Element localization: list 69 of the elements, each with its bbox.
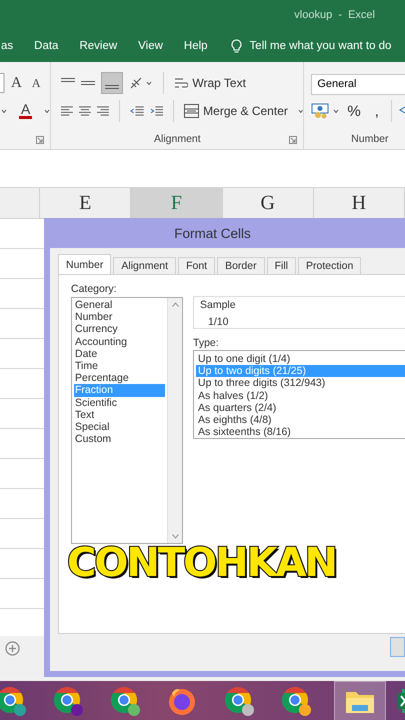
list-item[interactable]: Time [74,360,165,372]
list-item[interactable]: As quarters (2/4) [196,402,405,414]
list-item[interactable]: General [74,299,165,312]
dialog-tab[interactable]: Font [178,257,216,274]
list-item[interactable]: Custom [74,433,165,446]
wrap-text-icon [174,76,188,90]
column-header[interactable]: F [131,188,223,218]
dialog-launcher-icon[interactable] [36,136,44,144]
browser-icon[interactable] [0,685,26,717]
dialog-tab[interactable]: Protection [298,257,362,274]
list-item[interactable]: Scientific [74,396,165,409]
currency-format-icon[interactable] [311,103,332,119]
list-item[interactable]: Up to three digits (312/943) [196,377,405,390]
browser-icon[interactable] [222,685,254,717]
caret-icon[interactable] [298,108,304,114]
sample-value: 1/10 [207,316,230,328]
category-label: Category: [71,283,118,295]
dialog-tab[interactable]: Border [217,257,265,274]
list-item[interactable]: As sixteenths (8/16) [196,426,405,438]
align-right-icon[interactable] [97,105,109,117]
dialog-title: Format Cells [173,224,252,242]
align-center-icon[interactable] [79,105,92,117]
window-title: vlookup - Excel [294,9,375,21]
add-sheet-icon[interactable] [5,641,20,656]
lightbulb-icon[interactable] [230,38,242,54]
browser-icon[interactable] [280,685,312,717]
increase-font-button[interactable]: A [9,74,24,92]
dialog-tab[interactable]: Fill [266,257,296,274]
dialog-tab[interactable]: Number [58,254,112,274]
align-left-icon[interactable] [61,105,74,117]
merge-cells-icon [184,104,200,118]
comma-style-button[interactable]: , [368,102,385,120]
caret-icon[interactable] [1,108,7,114]
browser-icon[interactable] [52,685,84,717]
list-item[interactable]: Up to one digit (1/4) [196,353,405,366]
decrease-font-button[interactable]: A [30,76,43,90]
ribbon-tab[interactable]: as [1,40,14,52]
ribbon-tab[interactable]: Data [34,40,58,52]
caret-icon[interactable] [44,108,50,114]
ribbon-tab[interactable]: Help [184,40,208,52]
list-item[interactable]: Date [74,348,165,360]
list-item[interactable]: Number [74,311,165,324]
tell-me-search[interactable]: Tell me what you want to do [250,40,392,52]
dialog-tab[interactable]: Alignment [113,257,176,274]
list-item[interactable]: Percentage [74,372,165,384]
font-color-button[interactable]: A [19,103,32,119]
list-item[interactable]: As eighths (4/8) [196,414,405,426]
list-item[interactable]: Currency [74,323,165,336]
list-item[interactable]: Text [74,408,165,421]
type-label: Type: [193,337,220,349]
sample-label: Sample [200,299,237,311]
video-caption: CONTOHKAN [67,542,336,584]
list-item[interactable]: Special [74,420,165,434]
caret-icon[interactable] [333,108,340,114]
decrease-indent-icon[interactable] [130,105,144,117]
list-item[interactable]: Accounting [74,336,165,348]
group-label: Number [351,133,389,145]
wrap-text-button[interactable]: Wrap Text [174,72,246,94]
percent-style-button[interactable]: % [341,102,367,120]
ribbon-tab[interactable]: Review [79,40,118,52]
ribbon-tab[interactable]: View [138,40,163,52]
dialog-launcher-icon[interactable] [289,136,298,144]
text-orientation-icon[interactable] [129,76,154,90]
browser-icon[interactable] [108,685,140,717]
list-item[interactable]: As halves (1/2) [196,390,405,402]
number-format-field[interactable]: General [311,74,405,94]
increase-indent-icon[interactable] [150,105,164,117]
group-label: Alignment [154,133,201,145]
merge-center-button[interactable]: Merge & Center [184,100,288,122]
